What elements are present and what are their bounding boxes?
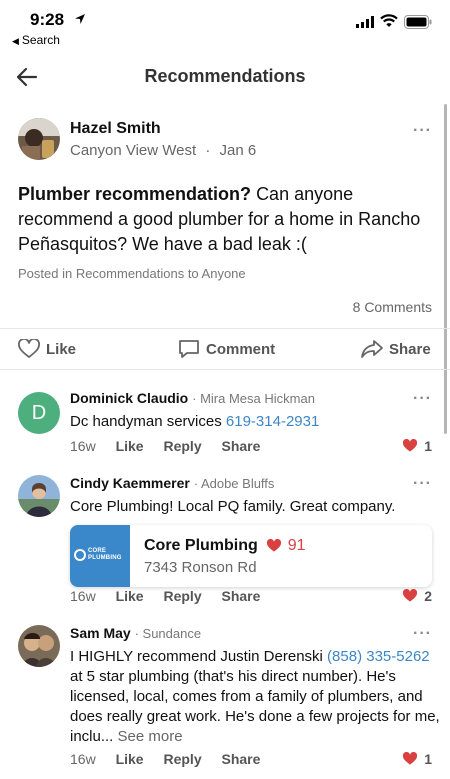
like-label: Like (46, 340, 77, 358)
status-time: 9:28 (30, 10, 65, 29)
commenter-name[interactable]: Sam May · Sundance (70, 625, 201, 641)
post-subject: Plumber recommendation? (18, 184, 252, 204)
heart-filled-icon (403, 589, 418, 602)
commenter-neighborhood: · Sundance (134, 626, 202, 641)
commenter-name[interactable]: Cindy Kaemmerer · Adobe Bluffs (70, 475, 274, 491)
post-header: Hazel Smith Canyon View West · Jan 6 ··· (0, 110, 450, 170)
comment-more-options-icon[interactable]: ··· (413, 625, 432, 643)
comment-more-options-icon[interactable]: ··· (413, 475, 432, 493)
meta-separator: · (205, 142, 211, 159)
heart-filled-icon (403, 439, 418, 452)
battery-icon (404, 15, 432, 29)
comment-label: Comment (206, 340, 276, 358)
posted-in-label[interactable]: Posted in Recommendations to Anyone (18, 266, 246, 281)
comment-reply-button[interactable]: Reply (163, 438, 201, 454)
comment-like-button[interactable]: Like (116, 751, 144, 767)
commenter-avatar[interactable]: D (18, 392, 60, 434)
phone-link[interactable]: (858) 335-5262 (327, 648, 430, 665)
comment-count[interactable]: 8 Comments (353, 299, 432, 315)
wifi-icon (380, 14, 398, 27)
comment-age: 16w (70, 438, 96, 454)
comment-bubble-icon (179, 340, 199, 358)
comment-item: D Dominick Claudio · Mira Mesa Hickman ·… (0, 390, 450, 460)
comment-age: 16w (70, 588, 96, 604)
business-fave-count: 91 (287, 537, 306, 554)
back-to-app-label: Search (21, 33, 60, 47)
commenter-avatar[interactable] (18, 625, 60, 667)
logo-line-2: PLUMBING (88, 555, 122, 561)
comment-like-count[interactable]: 2 (402, 588, 432, 604)
comment-actions: 16w Like Reply Share (70, 588, 276, 604)
comment-text-part-1: I HIGHLY recommend Justin Derenski (70, 648, 323, 665)
business-logo: CORE PLUMBING (70, 525, 130, 587)
post-actions-bar: Like Comment Share (0, 328, 450, 370)
commenter-neighborhood: · Adobe Bluffs (193, 476, 275, 491)
gear-icon (74, 549, 86, 561)
logo-line-1: CORE (88, 548, 107, 554)
post-date: Jan 6 (219, 142, 257, 159)
commenter-name-text: Cindy Kaemmerer (70, 475, 190, 491)
like-count-value: 1 (424, 751, 432, 767)
comment-share-button[interactable]: Share (222, 588, 261, 604)
commenter-name-text: Sam May (70, 625, 131, 641)
comment-age: 16w (70, 751, 96, 767)
commenter-name-text: Dominick Claudio (70, 390, 189, 406)
comment-text: I HIGHLY recommend Justin Derenski (858)… (70, 647, 440, 747)
page-title: Recommendations (144, 66, 306, 86)
business-name-row: Core Plumbing 91 (144, 537, 306, 555)
cellular-signal-icon (356, 16, 374, 28)
comment-reply-button[interactable]: Reply (163, 751, 201, 767)
comment-share-button[interactable]: Share (222, 438, 261, 454)
comment-item: Sam May · Sundance ··· I HIGHLY recommen… (0, 625, 450, 775)
nav-bar: Recommendations (0, 52, 450, 102)
comment-button[interactable]: Comment (178, 339, 275, 359)
business-logo-text: CORE PLUMBING (88, 548, 122, 562)
commenter-neighborhood: · Mira Mesa Hickman (192, 391, 315, 406)
commenter-avatar[interactable] (18, 475, 60, 517)
like-button[interactable]: Like (18, 339, 76, 359)
business-address: 7343 Ronson Rd (144, 559, 257, 576)
heart-filled-icon (266, 539, 281, 552)
comment-reply-button[interactable]: Reply (163, 588, 201, 604)
location-arrow-icon (75, 14, 85, 24)
post-author-name[interactable]: Hazel Smith (70, 120, 161, 138)
share-label: Share (389, 340, 431, 358)
heart-outline-icon (18, 339, 40, 358)
back-triangle-icon: ◀ (12, 36, 19, 46)
share-arrow-icon (361, 340, 383, 358)
author-avatar[interactable] (18, 118, 60, 160)
comment-like-count[interactable]: 1 (402, 751, 432, 767)
post-neighborhood[interactable]: Canyon View West (70, 142, 196, 159)
comment-share-button[interactable]: Share (222, 751, 261, 767)
comment-actions: 16w Like Reply Share (70, 751, 276, 767)
comment-like-button[interactable]: Like (116, 438, 144, 454)
see-more-link[interactable]: See more (118, 728, 183, 745)
commenter-name[interactable]: Dominick Claudio · Mira Mesa Hickman (70, 390, 315, 406)
business-name: Core Plumbing (144, 537, 258, 554)
post-author-meta: Canyon View West · Jan 6 (70, 142, 256, 159)
comment-text: Dc handyman services 619-314-2931 (70, 412, 440, 432)
comment-like-button[interactable]: Like (116, 588, 144, 604)
comment-like-count[interactable]: 1 (402, 438, 432, 454)
comment-text-body: Dc handyman services (70, 413, 222, 430)
comment-text: Core Plumbing! Local PQ family. Great co… (70, 498, 396, 515)
like-count-value: 2 (424, 588, 432, 604)
share-button[interactable]: Share (361, 339, 431, 359)
post-more-options-icon[interactable]: ··· (413, 122, 432, 140)
like-count-value: 1 (424, 438, 432, 454)
post-body: Plumber recommendation? Can anyone recom… (18, 182, 428, 257)
back-to-app-link[interactable]: ◀ Search (12, 33, 60, 47)
status-bar: 9:28 ◀ Search (0, 0, 450, 52)
comment-more-options-icon[interactable]: ··· (413, 390, 432, 408)
heart-filled-icon (403, 752, 418, 765)
phone-link[interactable]: 619-314-2931 (226, 413, 319, 430)
business-card[interactable]: CORE PLUMBING Core Plumbing 91 7343 Rons… (70, 525, 432, 587)
comment-actions: 16w Like Reply Share (70, 438, 276, 454)
comment-item: Cindy Kaemmerer · Adobe Bluffs ··· Core … (0, 475, 450, 610)
